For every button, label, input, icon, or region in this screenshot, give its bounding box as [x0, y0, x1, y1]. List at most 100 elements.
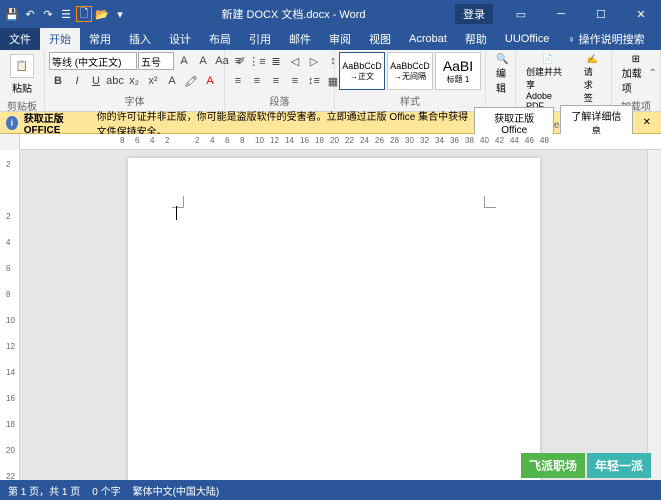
paste-icon: 📋: [10, 54, 34, 78]
indent-right-icon[interactable]: ▷: [305, 52, 323, 70]
addon-icon: ⊞: [632, 54, 640, 65]
language-indicator[interactable]: 繁体中文(中国大陆): [133, 483, 220, 498]
adobe-create-label: 创建并共享: [526, 65, 570, 91]
title-bar: 💾 ↶ ↷ ☰ 🗋 📂 ▾ 新建 DOCX 文档.docx - Word 登录 …: [0, 0, 661, 28]
text-cursor: [176, 206, 177, 220]
grow-font-icon[interactable]: A: [175, 52, 193, 70]
undo-icon[interactable]: ↶: [22, 6, 38, 22]
style-heading1[interactable]: AaBI 标题 1: [435, 52, 481, 90]
paste-label: 粘贴: [12, 80, 32, 95]
maximize-button[interactable]: ☐: [581, 0, 621, 28]
group-addon: ⊞ 加载项 加载项: [612, 50, 661, 111]
style-sample: AaBI: [443, 58, 473, 74]
align-center-icon[interactable]: ≡: [248, 72, 266, 90]
new-doc-icon[interactable]: 🗋: [76, 6, 92, 22]
group-clipboard: 📋 粘贴 剪贴板: [0, 50, 45, 111]
tell-me-search[interactable]: ♀ 操作说明搜索: [558, 28, 653, 50]
style-normal[interactable]: AaBbCcD →正文: [339, 52, 385, 90]
open-icon[interactable]: 📂: [94, 6, 110, 22]
subscript-icon[interactable]: x₂: [125, 72, 143, 90]
login-button[interactable]: 登录: [455, 4, 493, 24]
redo-icon[interactable]: ↷: [40, 6, 56, 22]
paste-button[interactable]: 📋 粘贴: [4, 52, 40, 97]
quick-access-toolbar: 💾 ↶ ↷ ☰ 🗋 📂 ▾: [0, 6, 132, 22]
tab-home[interactable]: 开始: [40, 28, 80, 50]
tab-file[interactable]: 文件: [0, 28, 40, 50]
tell-me-label: 操作说明搜索: [579, 34, 645, 46]
tab-insert[interactable]: 插入: [120, 28, 160, 50]
bold-icon[interactable]: B: [49, 72, 67, 90]
shrink-font-icon[interactable]: A: [194, 52, 212, 70]
style-sample: AaBbCcD: [342, 61, 382, 71]
page-count[interactable]: 第 1 页，共 1 页: [8, 483, 80, 498]
watermark-text-1: 飞派职场: [521, 453, 585, 478]
ribbon: 📋 粘贴 剪贴板 A A Aa ✐ B I U abc x₂ x² A: [0, 50, 661, 112]
style-name: →正文: [350, 71, 374, 82]
bullets-icon[interactable]: ≡: [229, 52, 247, 70]
editing-button[interactable]: 🔍 编辑: [490, 52, 514, 97]
font-name-select[interactable]: [49, 52, 137, 70]
indent-left-icon[interactable]: ◁: [286, 52, 304, 70]
window-title: 新建 DOCX 文档.docx - Word: [132, 6, 455, 22]
document-viewport[interactable]: [20, 150, 647, 488]
close-button[interactable]: ✕: [621, 0, 661, 28]
editing-label: 编辑: [496, 65, 508, 95]
align-left-icon[interactable]: ≡: [229, 72, 247, 90]
font-color-icon[interactable]: A: [201, 72, 219, 90]
style-sample: AaBbCcD: [390, 61, 430, 71]
superscript-icon[interactable]: x²: [144, 72, 162, 90]
numbering-icon[interactable]: ⋮≡: [248, 52, 266, 70]
ruler-h-scale: 8642246810121416182022242628303234363840…: [20, 134, 661, 149]
tab-mailings[interactable]: 邮件: [280, 28, 320, 50]
dismiss-warning-icon[interactable]: ✕: [639, 117, 655, 128]
touch-icon[interactable]: ☰: [58, 6, 74, 22]
qat-dropdown-icon[interactable]: ▾: [112, 6, 128, 22]
justify-icon[interactable]: ≡: [286, 72, 304, 90]
font-size-select[interactable]: [138, 52, 174, 70]
vertical-scrollbar[interactable]: [647, 150, 661, 488]
tab-references[interactable]: 引用: [240, 28, 280, 50]
multilevel-icon[interactable]: ≣: [267, 52, 285, 70]
tab-acrobat[interactable]: Acrobat: [400, 30, 456, 48]
tab-review[interactable]: 审阅: [320, 28, 360, 50]
styles-group-label: 样式: [339, 92, 481, 109]
sign-icon: ✍: [587, 54, 598, 65]
paragraph-group-label: 段落: [229, 92, 330, 109]
watermark: 飞派职场 年轻一派: [521, 453, 651, 478]
line-spacing-icon[interactable]: ↕≡: [305, 72, 323, 90]
vertical-ruler[interactable]: 2246810121416182022: [0, 150, 20, 488]
page[interactable]: [128, 158, 540, 488]
italic-icon[interactable]: I: [68, 72, 86, 90]
status-bar: 第 1 页，共 1 页 0 个字 繁体中文(中国大陆): [0, 480, 661, 500]
info-icon: i: [6, 116, 18, 130]
align-right-icon[interactable]: ≡: [267, 72, 285, 90]
find-icon: 🔍: [496, 54, 508, 65]
tab-common[interactable]: 常用: [80, 28, 120, 50]
tab-design[interactable]: 设计: [160, 28, 200, 50]
horizontal-ruler[interactable]: 8642246810121416182022242628303234363840…: [0, 134, 661, 150]
margin-marker-tl: [172, 196, 184, 208]
tab-view[interactable]: 视图: [360, 28, 400, 50]
highlight-icon[interactable]: 🖍: [182, 72, 200, 90]
tab-uuoffice[interactable]: UUOffice: [496, 30, 558, 48]
underline-icon[interactable]: U: [87, 72, 105, 90]
document-area: 2246810121416182022: [0, 150, 661, 488]
collapse-ribbon-icon[interactable]: ⌃: [649, 68, 657, 79]
group-adobe: 📄 创建并共享 Adobe PDF ✍ 请求 签名 Adobe Acrobat: [516, 50, 612, 111]
margin-marker-tr: [484, 196, 496, 208]
ribbon-tabs: 文件 开始 常用 插入 设计 布局 引用 邮件 审阅 视图 Acrobat 帮助…: [0, 28, 661, 50]
minimize-button[interactable]: ─: [541, 0, 581, 28]
watermark-text-2: 年轻一派: [587, 453, 651, 478]
addon-btn-label: 加载项: [622, 65, 650, 95]
pdf-icon: 📄: [542, 54, 553, 65]
tab-layout[interactable]: 布局: [200, 28, 240, 50]
style-nospacing[interactable]: AaBbCcD →无间隔: [387, 52, 433, 90]
word-count[interactable]: 0 个字: [92, 483, 120, 498]
text-effect-icon[interactable]: A: [163, 72, 181, 90]
group-editing: 🔍 编辑: [486, 50, 516, 111]
strike-icon[interactable]: abc: [106, 72, 124, 90]
license-warning-bar: i 获取正版 OFFICE 你的许可证并非正版，你可能是盗版软件的受害者。立即通…: [0, 112, 661, 134]
ribbon-options-icon[interactable]: ▭: [501, 0, 541, 28]
tab-help[interactable]: 帮助: [456, 28, 496, 50]
save-icon[interactable]: 💾: [4, 6, 20, 22]
